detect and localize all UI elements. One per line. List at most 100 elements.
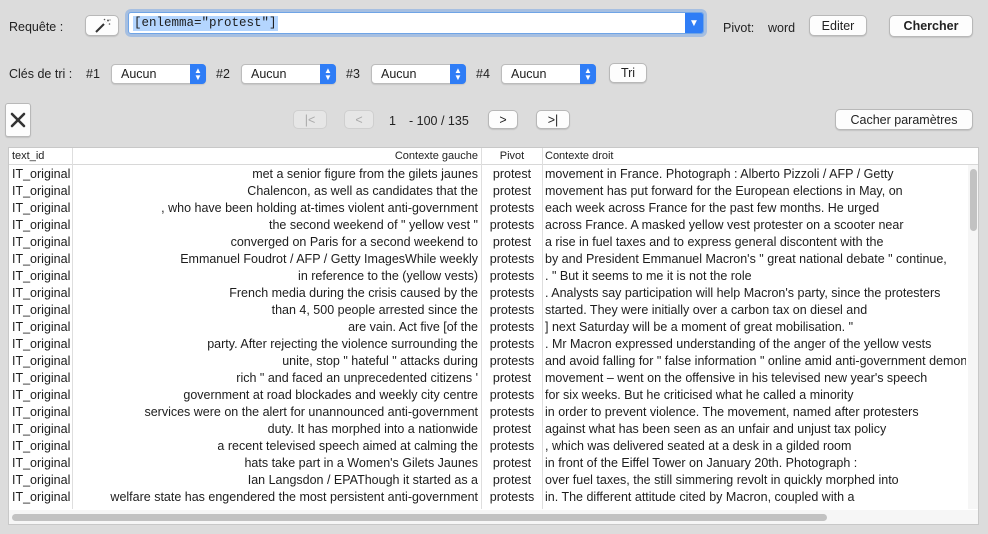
query-assistant-button[interactable] [85, 15, 119, 36]
table-row[interactable]: IT_original converged on Paris for a seco… [9, 234, 967, 251]
text-id-cell: IT_original [12, 218, 71, 232]
concordance-table: text_id Contexte gauche Pivot Contexte d… [8, 147, 979, 525]
right-context-cell: , which was delivered seated at a desk i… [545, 439, 852, 453]
left-context-cell: hats take part in a Women's Gilets Jaune… [74, 455, 478, 472]
pivot-cell: protests [489, 303, 535, 317]
query-input[interactable]: [enlemma="protest"] ▼ [128, 12, 704, 34]
sort-key-3-value: Aucun [381, 67, 417, 81]
close-button[interactable] [5, 103, 31, 137]
current-page: 1 [389, 114, 396, 128]
table-row[interactable]: IT_original Emmanuel Foudrot / AFP / Gett… [9, 251, 967, 268]
table-row[interactable]: IT_original duty. It has morphed into a n… [9, 421, 967, 438]
sort-key-2-select[interactable]: Aucun ▲ ▼ [241, 64, 336, 84]
table-header: text_id Contexte gauche Pivot Contexte d… [9, 148, 978, 165]
right-context-cell: in. The different attitude cited by Macr… [545, 490, 855, 504]
table-row[interactable]: IT_original Chalencon, as well as candida… [9, 183, 967, 200]
left-context-text: French media during the crisis caused by… [229, 286, 478, 300]
last-page-button[interactable]: >| [536, 110, 570, 129]
search-button[interactable]: Chercher [889, 15, 973, 37]
column-header-text-id[interactable]: text_id [12, 149, 44, 163]
right-context-cell: for six weeks. But he criticised what he… [545, 388, 854, 402]
sort-key-1-select[interactable]: Aucun ▲ ▼ [111, 64, 206, 84]
pivot-cell: protests [489, 201, 535, 215]
left-context-text: Emmanuel Foudrot / AFP / Getty ImagesWhi… [180, 252, 478, 266]
table-row[interactable]: IT_original met a senior figure from the … [9, 166, 967, 183]
pivot-cell: protest [492, 167, 532, 181]
hide-parameters-button[interactable]: Cacher paramètres [835, 109, 973, 130]
chevron-updown-icon: ▲ ▼ [450, 64, 466, 84]
column-header-left-context[interactable]: Contexte gauche [74, 149, 478, 163]
table-row[interactable]: IT_original , who have been holding at-ti… [9, 200, 967, 217]
left-context-cell: are vain. Act five [of the [74, 319, 478, 336]
column-header-right-context[interactable]: Contexte droit [545, 149, 613, 163]
right-context-cell: started. They were initially over a carb… [545, 303, 868, 317]
left-context-cell: party. After rejecting the violence surr… [74, 336, 478, 353]
left-context-cell: the second weekend of " yellow vest " [74, 217, 478, 234]
table-row[interactable]: IT_original French media during the crisi… [9, 285, 967, 302]
text-id-cell: IT_original [12, 456, 71, 470]
pivot-cell: protests [489, 252, 535, 266]
previous-page-button[interactable]: < [344, 110, 374, 129]
left-context-cell: welfare state has engendered the most pe… [74, 489, 478, 506]
edit-button[interactable]: Editer [809, 15, 867, 36]
left-context-text: duty. It has morphed into a nationwide [267, 422, 478, 436]
left-context-cell: a recent televised speech aimed at calmi… [74, 438, 478, 455]
horizontal-scrollbar[interactable] [9, 510, 978, 524]
table-row[interactable]: IT_original services were on the alert fo… [9, 404, 967, 421]
left-context-cell: government at road blockades and weekly … [74, 387, 478, 404]
table-row[interactable]: IT_original government at road blockades … [9, 387, 967, 404]
column-header-pivot[interactable]: Pivot [483, 149, 541, 163]
table-row[interactable]: IT_original a recent televised speech aim… [9, 438, 967, 455]
right-context-cell: each week across France for the past few… [545, 201, 880, 215]
sort-key-2-value: Aucun [251, 67, 287, 81]
table-row[interactable]: IT_original rich " and faced an unprecede… [9, 370, 967, 387]
table-row[interactable]: IT_original the second weekend of " yello… [9, 217, 967, 234]
table-row[interactable]: IT_original than 4, 500 people arrested s… [9, 302, 967, 319]
left-context-text: rich " and faced an unprecedented citize… [236, 371, 478, 385]
table-row[interactable]: IT_original are vain. Act five [of the pro… [9, 319, 967, 336]
right-context-cell: in front of the Eiffel Tower on January … [545, 456, 858, 470]
left-context-cell: rich " and faced an unprecedented citize… [74, 370, 478, 387]
text-id-cell: IT_original [12, 269, 71, 283]
text-id-cell: IT_original [12, 388, 71, 402]
right-context-cell: against what has been seen as an unfair … [545, 422, 887, 436]
left-context-cell: services were on the alert for unannounc… [74, 404, 478, 421]
sort-key-4-select[interactable]: Aucun ▲ ▼ [501, 64, 596, 84]
sort-key-2-number: #2 [216, 67, 230, 81]
left-context-text: are vain. Act five [of the [348, 320, 478, 334]
table-row[interactable]: IT_original welfare state has engendered … [9, 489, 967, 506]
first-page-button[interactable]: |< [293, 110, 327, 129]
chevron-down-icon[interactable]: ▼ [685, 13, 703, 33]
vertical-scroll-thumb[interactable] [970, 169, 977, 231]
sort-key-4-number: #4 [476, 67, 490, 81]
text-id-cell: IT_original [12, 490, 71, 504]
left-context-cell: Emmanuel Foudrot / AFP / Getty ImagesWhi… [74, 251, 478, 268]
table-row[interactable]: IT_original party. After rejecting the vi… [9, 336, 967, 353]
table-row[interactable]: IT_original in reference to the (yellow v… [9, 268, 967, 285]
sort-keys-label: Clés de tri : [9, 67, 73, 81]
table-row[interactable]: IT_original hats take part in a Women's G… [9, 455, 967, 472]
chevron-updown-icon: ▲ ▼ [580, 64, 596, 84]
next-page-button[interactable]: > [488, 110, 518, 129]
left-context-text: met a senior figure from the gilets jaun… [252, 167, 478, 181]
pivot-cell: protests [489, 337, 535, 351]
left-context-text: than 4, 500 people arrested since the [271, 303, 478, 317]
text-id-cell: IT_original [12, 439, 71, 453]
pivot-cell: protests [489, 269, 535, 283]
left-context-cell: in reference to the (yellow vests) [74, 268, 478, 285]
query-label: Requête : [9, 20, 64, 34]
left-context-cell: French media during the crisis caused by… [74, 285, 478, 302]
pivot-cell: protests [489, 320, 535, 334]
left-context-text: services were on the alert for unannounc… [144, 405, 478, 419]
pivot-cell: protests [489, 354, 535, 368]
sort-key-3-select[interactable]: Aucun ▲ ▼ [371, 64, 466, 84]
table-row[interactable]: IT_original unite, stop " hateful " attac… [9, 353, 967, 370]
vertical-scrollbar[interactable] [968, 165, 978, 509]
table-row[interactable]: IT_original Ian Langsdon / EPAThough it s… [9, 472, 967, 489]
right-context-cell: in order to prevent violence. The moveme… [545, 405, 919, 419]
horizontal-scroll-thumb[interactable] [12, 514, 827, 521]
sort-button[interactable]: Tri [609, 63, 647, 83]
left-context-cell: than 4, 500 people arrested since the [74, 302, 478, 319]
left-context-cell: met a senior figure from the gilets jaun… [74, 166, 478, 183]
left-context-cell: Ian Langsdon / EPAThough it started as a [74, 472, 478, 489]
